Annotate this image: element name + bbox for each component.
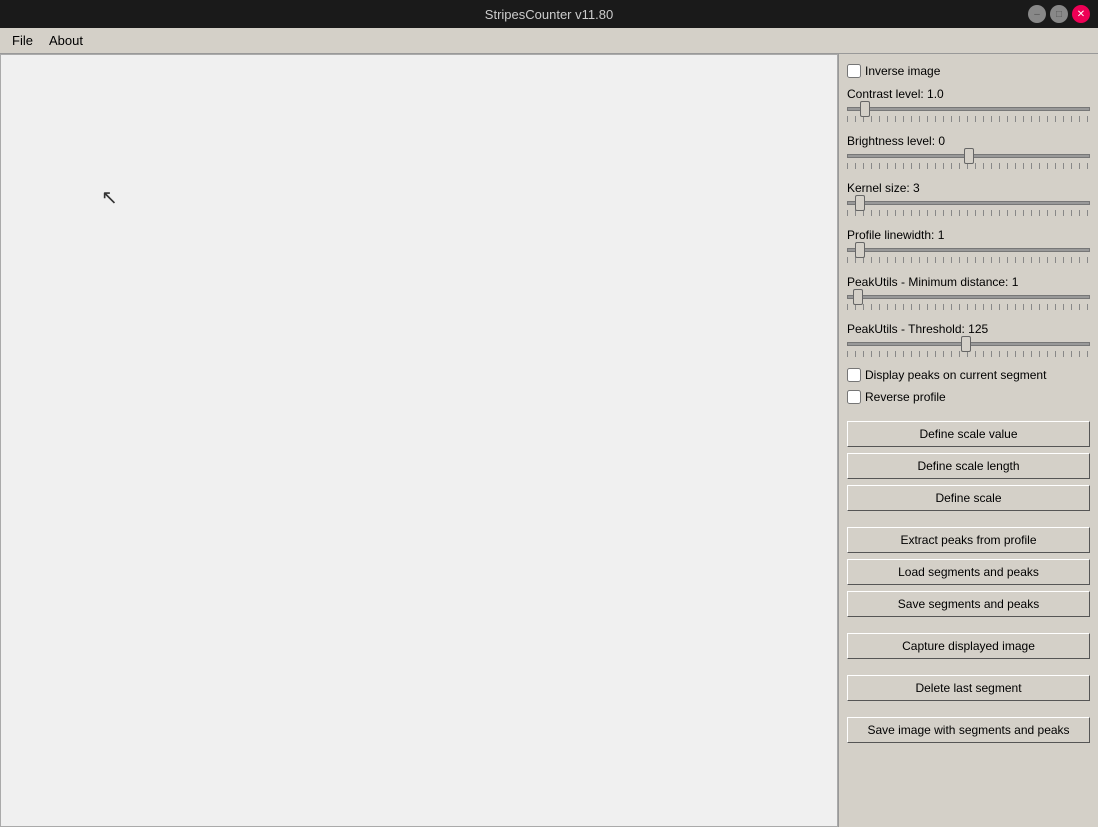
save-segments-button[interactable]: Save segments and peaks — [847, 591, 1090, 617]
peakutils-mindist-container: PeakUtils - Minimum distance: 1 — [847, 272, 1090, 313]
define-scale-value-button[interactable]: Define scale value — [847, 421, 1090, 447]
main-layout: ↖ Inverse image Contrast level: 1.0 Brig… — [0, 54, 1098, 827]
reverse-profile-row: Reverse profile — [847, 390, 1090, 404]
brightness-label: Brightness level: 0 — [847, 134, 1090, 148]
extract-peaks-button[interactable]: Extract peaks from profile — [847, 527, 1090, 553]
divider-3 — [847, 622, 1090, 628]
kernel-ticks — [847, 210, 1090, 216]
menu-bar: File About — [0, 28, 1098, 54]
menu-file[interactable]: File — [4, 31, 41, 50]
contrast-ticks — [847, 116, 1090, 122]
menu-about[interactable]: About — [41, 31, 91, 50]
maximize-button[interactable]: □ — [1050, 5, 1068, 23]
right-panel: Inverse image Contrast level: 1.0 Bright… — [838, 54, 1098, 827]
inverse-image-row: Inverse image — [847, 64, 1090, 78]
divider-4 — [847, 664, 1090, 670]
brightness-slider[interactable] — [847, 149, 1090, 163]
kernel-slider[interactable] — [847, 196, 1090, 210]
divider-2 — [847, 516, 1090, 522]
define-scale-length-button[interactable]: Define scale length — [847, 453, 1090, 479]
minimize-button[interactable]: – — [1028, 5, 1046, 23]
brightness-container: Brightness level: 0 — [847, 131, 1090, 172]
contrast-label: Contrast level: 1.0 — [847, 87, 1090, 101]
display-peaks-checkbox[interactable] — [847, 368, 861, 382]
peakutils-mindist-label: PeakUtils - Minimum distance: 1 — [847, 275, 1090, 289]
cursor-icon: ↖ — [101, 185, 118, 210]
kernel-label: Kernel size: 3 — [847, 181, 1090, 195]
display-peaks-row: Display peaks on current segment — [847, 368, 1090, 382]
profile-linewidth-label: Profile linewidth: 1 — [847, 228, 1090, 242]
save-image-segments-button[interactable]: Save image with segments and peaks — [847, 717, 1090, 743]
title-bar: StripesCounter v11.80 – □ ✕ — [0, 0, 1098, 28]
inverse-image-label: Inverse image — [865, 64, 940, 78]
profile-linewidth-ticks — [847, 257, 1090, 263]
delete-last-segment-button[interactable]: Delete last segment — [847, 675, 1090, 701]
peakutils-threshold-container: PeakUtils - Threshold: 125 — [847, 319, 1090, 360]
close-button[interactable]: ✕ — [1072, 5, 1090, 23]
peakutils-mindist-slider[interactable] — [847, 290, 1090, 304]
kernel-container: Kernel size: 3 — [847, 178, 1090, 219]
display-peaks-label: Display peaks on current segment — [865, 368, 1046, 382]
load-segments-button[interactable]: Load segments and peaks — [847, 559, 1090, 585]
profile-linewidth-slider[interactable] — [847, 243, 1090, 257]
profile-linewidth-container: Profile linewidth: 1 — [847, 225, 1090, 266]
divider-1 — [847, 410, 1090, 416]
peakutils-threshold-label: PeakUtils - Threshold: 125 — [847, 322, 1090, 336]
capture-image-button[interactable]: Capture displayed image — [847, 633, 1090, 659]
reverse-profile-checkbox[interactable] — [847, 390, 861, 404]
peakutils-threshold-slider[interactable] — [847, 337, 1090, 351]
contrast-slider[interactable] — [847, 102, 1090, 116]
peakutils-mindist-ticks — [847, 304, 1090, 310]
canvas-area[interactable]: ↖ — [0, 54, 838, 827]
app-title: StripesCounter v11.80 — [485, 7, 613, 22]
inverse-image-checkbox[interactable] — [847, 64, 861, 78]
define-scale-button[interactable]: Define scale — [847, 485, 1090, 511]
window-controls: – □ ✕ — [1028, 5, 1090, 23]
reverse-profile-label: Reverse profile — [865, 390, 946, 404]
contrast-container: Contrast level: 1.0 — [847, 84, 1090, 125]
divider-5 — [847, 706, 1090, 712]
